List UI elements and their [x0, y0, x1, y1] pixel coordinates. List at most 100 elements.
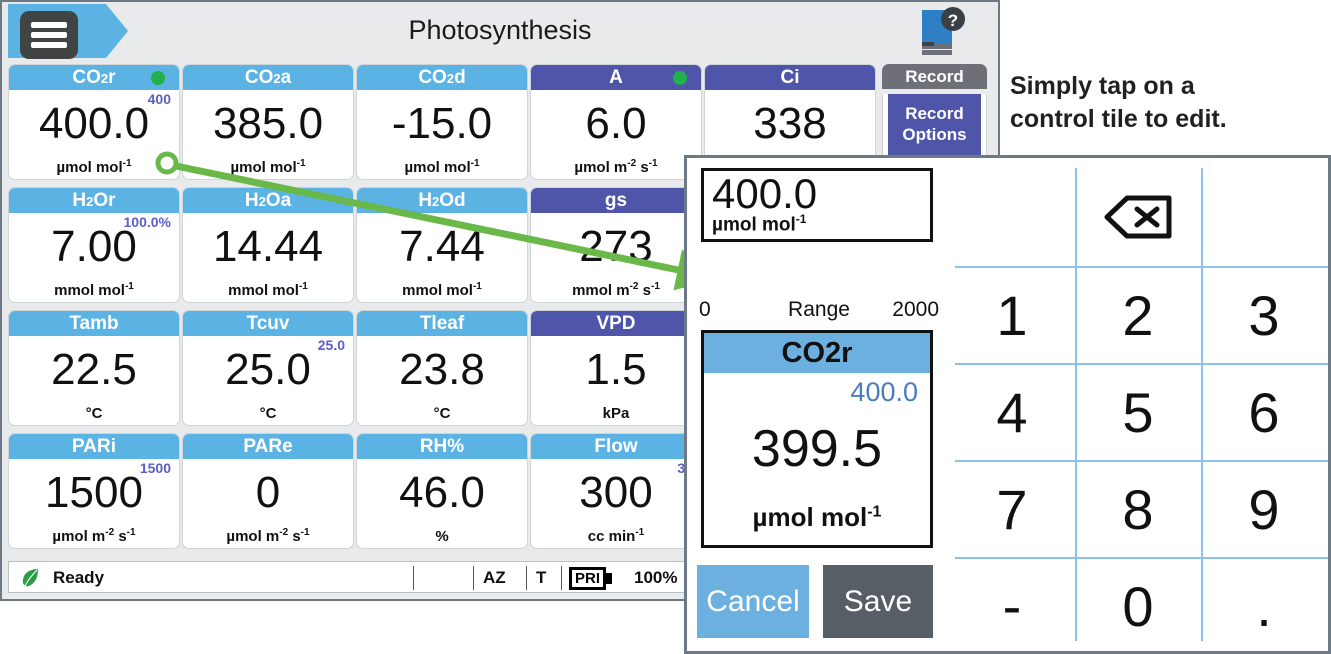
tile-flow[interactable]: Flow30300cc min-1	[530, 433, 702, 549]
tile-body: 23.8 °C	[357, 336, 527, 425]
tile-value: 7.44	[399, 222, 485, 271]
entry-unit: µmol mol-1	[712, 212, 806, 236]
cancel-button[interactable]: Cancel	[697, 565, 809, 638]
tile-unit: %	[435, 528, 449, 545]
tile-value: 300	[579, 468, 653, 517]
svg-text:?: ?	[948, 11, 958, 30]
tile-header-label: gs	[531, 188, 701, 213]
keypad-key-7[interactable]: 7	[949, 460, 1075, 558]
entry-value: 400.0	[712, 170, 818, 217]
tile-unit: mmol mol-1	[402, 281, 482, 299]
tile-unit: µmol mol-1	[230, 158, 306, 176]
tile-body: 7.44 mmol mol-1	[357, 213, 527, 302]
keypad-key-0[interactable]: 0	[1075, 557, 1201, 654]
tile-header-label: PARe	[183, 434, 353, 459]
entry-unit-exponent: -1	[795, 211, 807, 226]
live-tile-value: 399.5	[751, 420, 883, 478]
keypad-key-decimal[interactable]: .	[1201, 557, 1327, 654]
status-t: T	[536, 568, 547, 587]
tile-pari[interactable]: PARi 1500 1500 µmol m-2 s-1	[8, 433, 180, 549]
tile-body: 100.0% 7.00 mmol mol-1	[9, 213, 179, 302]
tile-body: 385.0 µmol mol-1	[183, 90, 353, 179]
callout-line1: Simply tap on a	[1010, 72, 1195, 100]
live-unit-exponent: -1	[867, 503, 882, 521]
tile-value: 385.0	[212, 99, 324, 148]
dialog-left-pane: 400.0 µmol mol-1 0 Range 2000 CO2r 400.0…	[687, 158, 949, 651]
status-divider	[473, 566, 474, 590]
tile-header-label: Flow	[531, 434, 701, 459]
tile-header-label: Tcuv	[183, 311, 353, 336]
keypad-key-1[interactable]: 1	[949, 266, 1075, 364]
record-options-line1: Record	[905, 104, 964, 123]
tile-body: 6.0 µmol m-2 s-1	[531, 90, 701, 179]
tile-pare[interactable]: PARe 0 µmol m-2 s-1	[182, 433, 354, 549]
tile-header-label: A	[531, 65, 701, 90]
live-tile-unit: µmol mol-1	[704, 502, 930, 533]
status-divider	[413, 566, 414, 590]
tile-body: 25.0 25.0 °C	[183, 336, 353, 425]
tile-body: 0 µmol m-2 s-1	[183, 459, 353, 548]
live-readout-tile: CO2r 400.0 399.5 µmol mol-1	[701, 330, 933, 548]
tile-unit: µmol m-2 s-1	[52, 527, 136, 545]
tile-h2od[interactable]: H2Od 7.44 mmol mol-1	[356, 187, 528, 303]
page-title: Photosynthesis	[408, 15, 592, 45]
tile-tamb[interactable]: Tamb 22.5 °C	[8, 310, 180, 426]
tile-co2r[interactable]: CO2r 400 400.0 µmol mol-1	[8, 64, 180, 180]
tile-unit: µmol m-2 s-1	[574, 158, 658, 176]
tile-header-label: VPD	[531, 311, 701, 336]
tile-value: 14.44	[212, 222, 324, 271]
tile-unit: °C	[433, 405, 451, 422]
keypad-key-2[interactable]: 2	[1075, 266, 1201, 364]
tile-body: 400 400.0 µmol mol-1	[9, 90, 179, 179]
tile-unit: mmol mol-1	[228, 281, 308, 299]
value-entry-field[interactable]: 400.0 µmol mol-1	[701, 168, 933, 242]
tile-unit: °C	[259, 405, 277, 422]
tile-unit: µmol mol-1	[404, 158, 480, 176]
tile-unit: kPa	[602, 405, 630, 422]
tile-unit: cc min-1	[587, 527, 645, 545]
tile-value: 1500	[45, 468, 143, 517]
keypad-key-8[interactable]: 8	[1075, 460, 1201, 558]
keypad-key-5[interactable]: 5	[1075, 363, 1201, 461]
keypad-key-3[interactable]: 3	[1201, 266, 1327, 364]
tile-value: -15.0	[391, 99, 493, 148]
backspace-key[interactable]	[1075, 168, 1201, 266]
tile-header-label: RH%	[357, 434, 527, 459]
keypad-key-minus[interactable]: -	[949, 557, 1075, 654]
tile-tleaf[interactable]: Tleaf 23.8 °C	[356, 310, 528, 426]
tile-body: 30300cc min-1	[531, 459, 701, 548]
tile-unit: µmol mol-1	[56, 158, 132, 176]
tile-rhpct[interactable]: RH% 46.0%	[356, 433, 528, 549]
callout-line2: control tile to edit.	[1010, 105, 1227, 133]
status-divider	[526, 566, 527, 590]
tile-unit: mmol mol-1	[54, 281, 134, 299]
tile-header-label: CO2d	[357, 65, 527, 90]
tile-value: 25.0	[225, 345, 311, 394]
keypad-key-6[interactable]: 6	[1201, 363, 1327, 461]
entry-unit-text: µmol mol	[712, 214, 796, 235]
tile-value: 1.5	[585, 345, 647, 394]
tile-h2oa[interactable]: H2Oa 14.44 mmol mol-1	[182, 187, 354, 303]
status-dot-icon	[151, 71, 165, 85]
tile-tcuv[interactable]: Tcuv 25.0 25.0 °C	[182, 310, 354, 426]
tile-body: 14.44 mmol mol-1	[183, 213, 353, 302]
help-book-icon[interactable]: ?	[914, 6, 966, 62]
keypad-key-4[interactable]: 4	[949, 363, 1075, 461]
save-button[interactable]: Save	[823, 565, 933, 638]
pri-battery-badge: PRI	[569, 567, 613, 590]
tile-value: 338	[753, 99, 827, 148]
tile-co2a[interactable]: CO2a 385.0 µmol mol-1	[182, 64, 354, 180]
live-tile-header: CO2r	[704, 333, 930, 373]
tile-co2d[interactable]: CO2d -15.0 µmol mol-1	[356, 64, 528, 180]
tile-value: 23.8	[399, 345, 485, 394]
numeric-keypad: 123 456 789 -0.	[949, 158, 1328, 651]
keypad-key-9[interactable]: 9	[1201, 460, 1327, 558]
range-row: 0 Range 2000	[699, 298, 939, 324]
record-options-button[interactable]: Record Options	[888, 94, 981, 156]
status-ready-label: Ready	[53, 568, 105, 587]
tile-value: 6.0	[585, 99, 647, 148]
tile-h2or[interactable]: H2Or 100.0% 7.00 mmol mol-1	[8, 187, 180, 303]
tile-value: 22.5	[51, 345, 137, 394]
title-bar: Photosynthesis ?	[2, 2, 998, 62]
tile-header-label: CO2a	[183, 65, 353, 90]
